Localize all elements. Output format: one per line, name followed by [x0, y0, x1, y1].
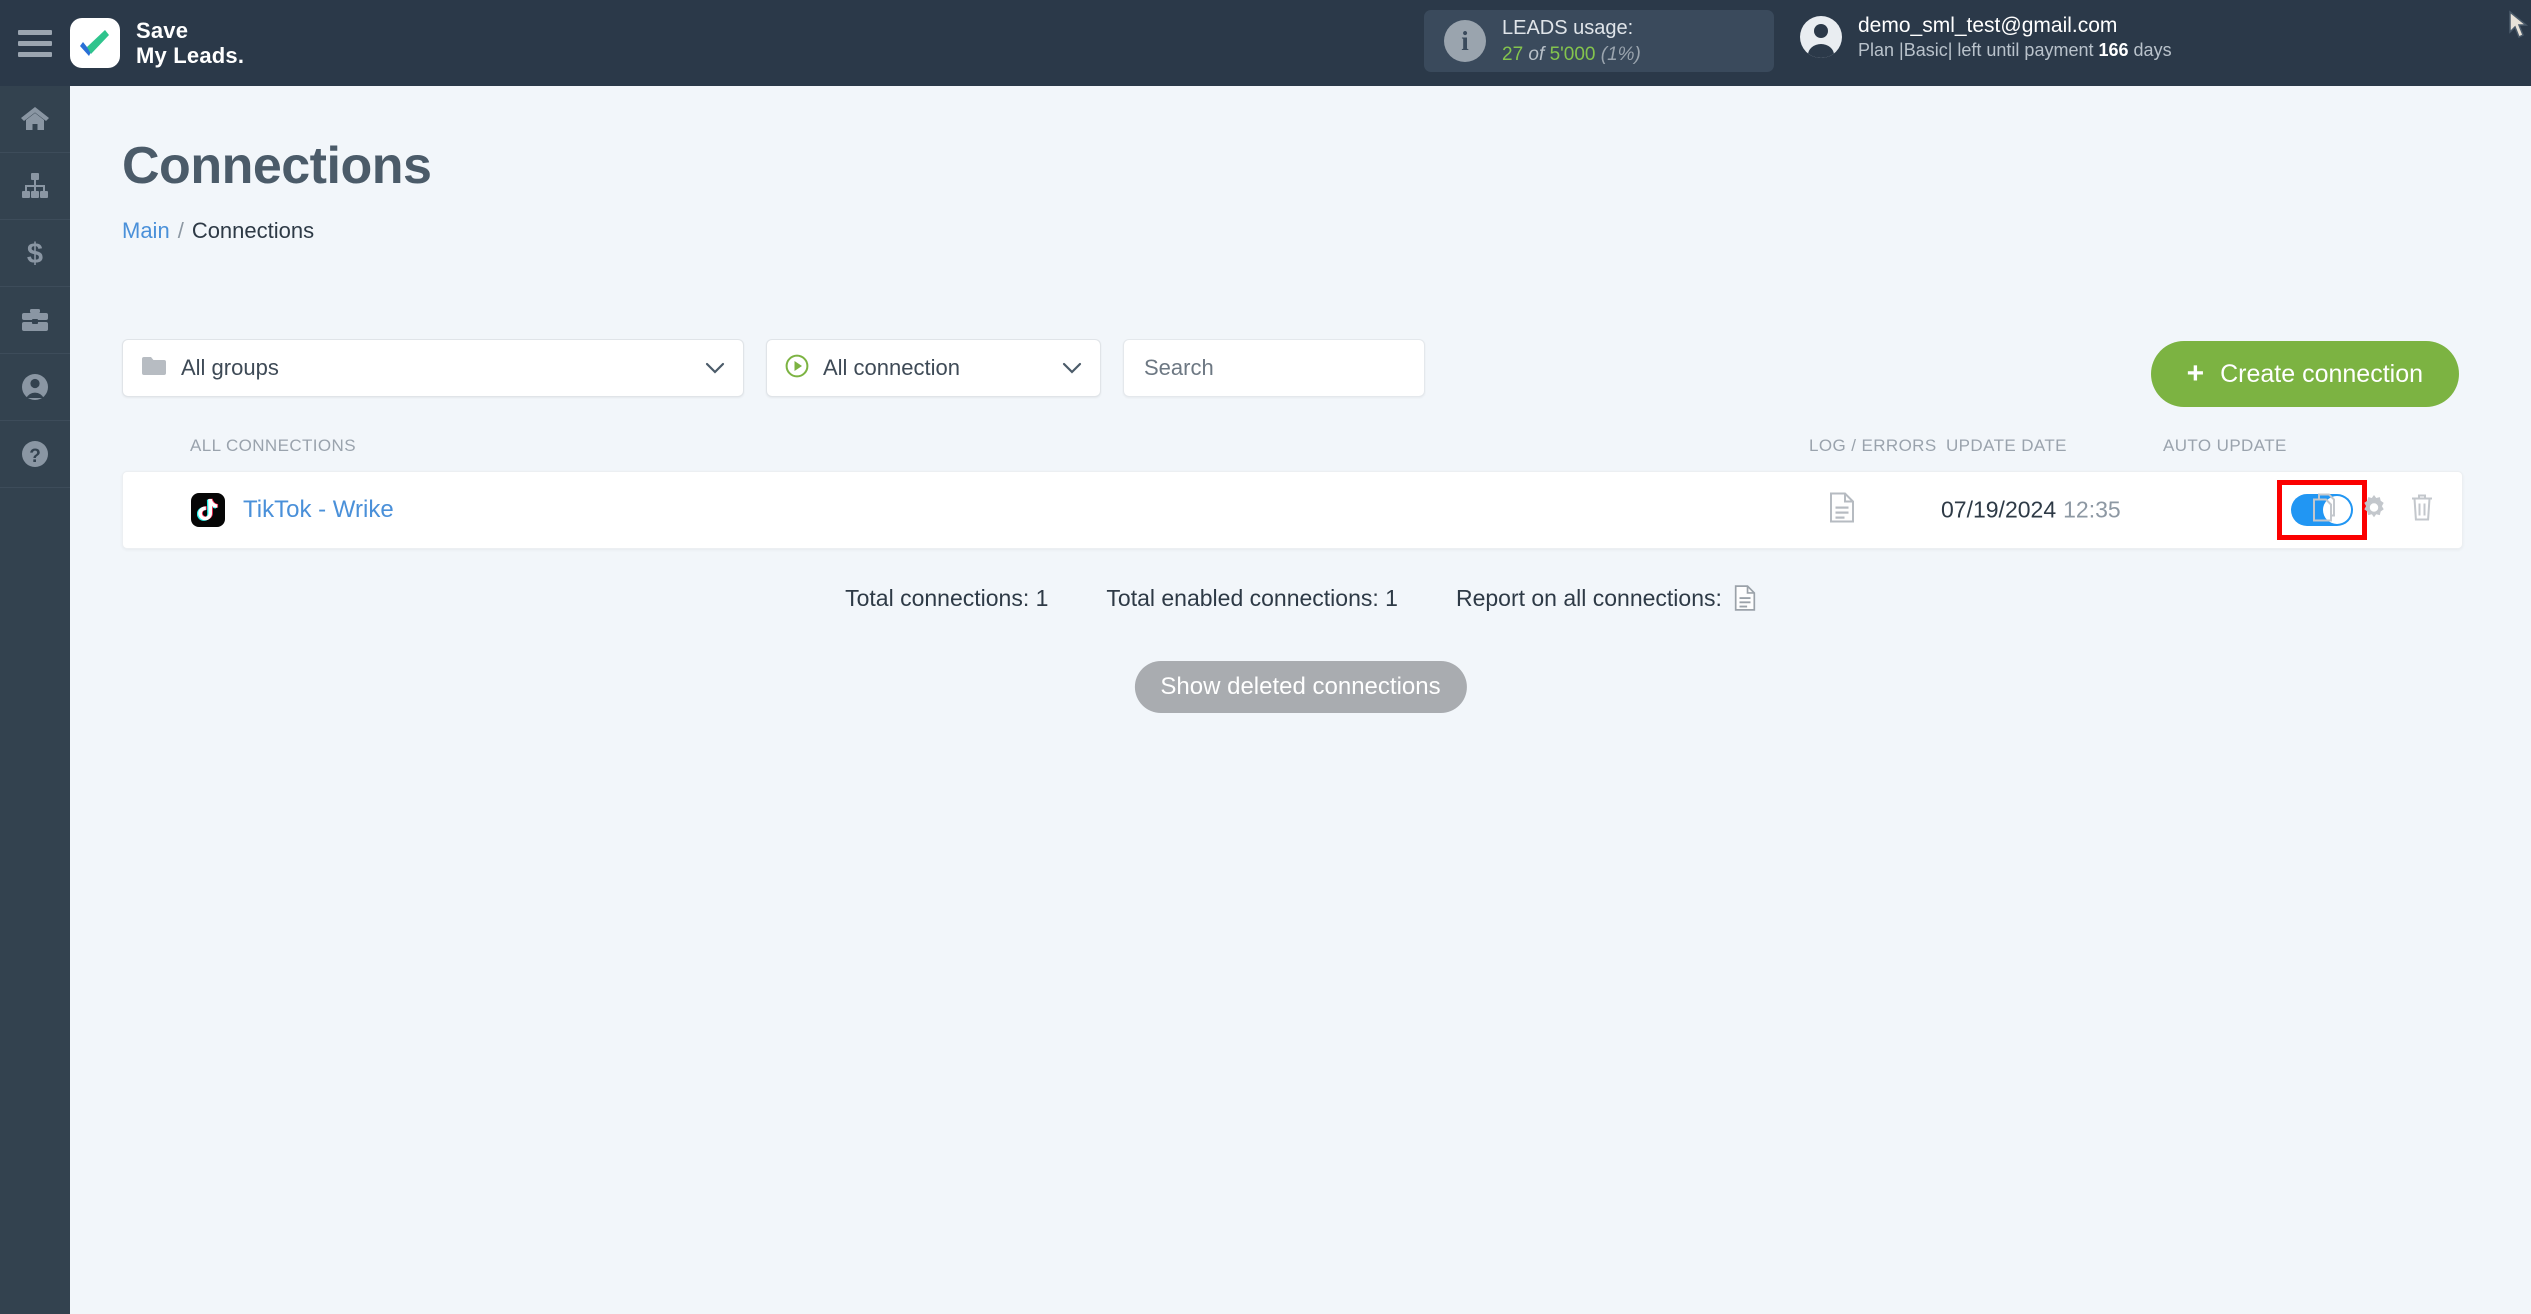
user-avatar-icon [1800, 16, 1842, 59]
table-row[interactable]: TikTok - Wrike 07/19/2024 12:35 [122, 471, 2463, 549]
row-actions [2312, 493, 2434, 528]
document-icon[interactable] [1734, 584, 1756, 612]
search-input[interactable] [1123, 339, 1425, 397]
sidebar-item-connections[interactable] [0, 153, 70, 220]
groups-filter-select[interactable]: All groups [122, 339, 744, 397]
connection-name-cell: TikTok - Wrike [191, 493, 394, 527]
usage-text-block: LEADS usage: 27 of 5'000 (1%) [1502, 15, 1641, 66]
brand-logo[interactable]: Save My Leads. [70, 18, 244, 69]
sidebar-item-help[interactable]: ? [0, 421, 70, 488]
sitemap-icon [20, 172, 50, 200]
filters-bar: All groups All connection [122, 339, 1425, 397]
column-header-update-date: UPDATE DATE [1946, 436, 2067, 455]
sidebar-item-billing[interactable]: $ [0, 220, 70, 287]
breadcrumb: Main / Connections [122, 218, 314, 244]
leads-usage-badge[interactable]: i LEADS usage: 27 of 5'000 (1%) [1424, 10, 1774, 72]
column-header-log-errors: LOG / ERRORS [1809, 436, 1937, 455]
tiktok-icon [191, 493, 225, 527]
hamburger-bar [18, 40, 52, 46]
page-title: Connections [122, 137, 432, 195]
connection-filter-select[interactable]: All connection [766, 339, 1101, 397]
account-menu[interactable]: demo_sml_test@gmail.com Plan |Basic| lef… [1800, 12, 2172, 63]
brand-text: Save My Leads. [136, 18, 244, 69]
usage-of: of [1528, 43, 1545, 65]
info-icon: i [1444, 20, 1486, 62]
copy-icon[interactable] [2312, 493, 2338, 528]
chevron-down-icon [705, 362, 725, 374]
svg-text:?: ? [29, 446, 41, 467]
hamburger-bar [18, 51, 52, 57]
create-connection-label: Create connection [2220, 359, 2423, 388]
mouse-cursor-icon [2509, 10, 2529, 39]
connection-filter-label: All connection [823, 355, 960, 380]
breadcrumb-current: Connections [191, 218, 315, 243]
hamburger-bar [18, 29, 52, 35]
total-connections: Total connections: 1 [845, 584, 1049, 611]
user-icon [20, 372, 50, 402]
dollar-icon: $ [20, 238, 50, 268]
briefcase-icon [20, 306, 50, 334]
account-plan-suffix: days [2133, 40, 2172, 61]
plus-icon: + [2186, 357, 2205, 390]
question-icon: ? [20, 439, 50, 469]
account-email: demo_sml_test@gmail.com [1858, 14, 2118, 37]
trash-icon[interactable] [2410, 493, 2434, 528]
svg-text:$: $ [27, 238, 43, 268]
account-plan-days: 166 [2098, 40, 2129, 61]
home-icon [20, 105, 50, 133]
report-label: Report on all connections: [1455, 584, 1722, 611]
column-header-all-connections: ALL CONNECTIONS [190, 436, 356, 455]
account-plan-prefix: Plan |Basic| left until payment [1858, 40, 2094, 61]
total-enabled-connections: Total enabled connections: 1 [1106, 584, 1398, 611]
create-connection-button[interactable]: + Create connection [2150, 341, 2459, 407]
update-date: 07/19/2024 [1941, 496, 2057, 523]
chevron-down-icon [1062, 362, 1082, 374]
usage-total: 5'000 [1549, 43, 1596, 65]
usage-title: LEADS usage: [1502, 17, 1634, 40]
brand-line-2: My Leads. [136, 43, 245, 68]
account-plan: Plan |Basic| left until payment 166 days [1858, 39, 2172, 62]
show-deleted-connections-button[interactable]: Show deleted connections [1134, 661, 1467, 713]
log-errors-icon[interactable] [1829, 492, 1855, 529]
left-sidebar: $ ? [0, 86, 70, 1314]
checkmark-icon [70, 18, 120, 68]
account-text-block: demo_sml_test@gmail.com Plan |Basic| lef… [1858, 12, 2172, 63]
connection-stats: Total connections: 1 Total enabled conne… [70, 584, 2531, 612]
play-circle-icon [785, 354, 809, 383]
usage-values: 27 of 5'000 (1%) [1502, 42, 1641, 67]
report-on-all-connections: Report on all connections: [1456, 584, 1756, 612]
breadcrumb-separator: / [177, 218, 184, 243]
column-header-auto-update: AUTO UPDATE [2163, 436, 2287, 455]
usage-percent: (1%) [1600, 43, 1641, 65]
top-header-bar: Save My Leads. i LEADS usage: 27 of 5'00… [0, 0, 2531, 86]
main-content: Connections Main / Connections All groups [70, 86, 2531, 1314]
usage-used: 27 [1502, 43, 1524, 65]
gear-icon[interactable] [2360, 494, 2388, 527]
connection-link[interactable]: TikTok - Wrike [243, 496, 394, 524]
update-date-cell: 07/19/2024 12:35 [1941, 497, 2121, 524]
hamburger-icon[interactable] [0, 0, 70, 86]
sidebar-item-account[interactable] [0, 354, 70, 421]
groups-filter-label: All groups [181, 355, 279, 380]
folder-icon [141, 356, 167, 381]
table-header-row: ALL CONNECTIONS LOG / ERRORS UPDATE DATE… [122, 436, 2463, 466]
sidebar-item-business[interactable] [0, 287, 70, 354]
brand-line-1: Save [136, 17, 189, 43]
update-time: 12:35 [2063, 496, 2121, 523]
breadcrumb-main-link[interactable]: Main [122, 218, 170, 243]
sidebar-item-home[interactable] [0, 86, 70, 153]
